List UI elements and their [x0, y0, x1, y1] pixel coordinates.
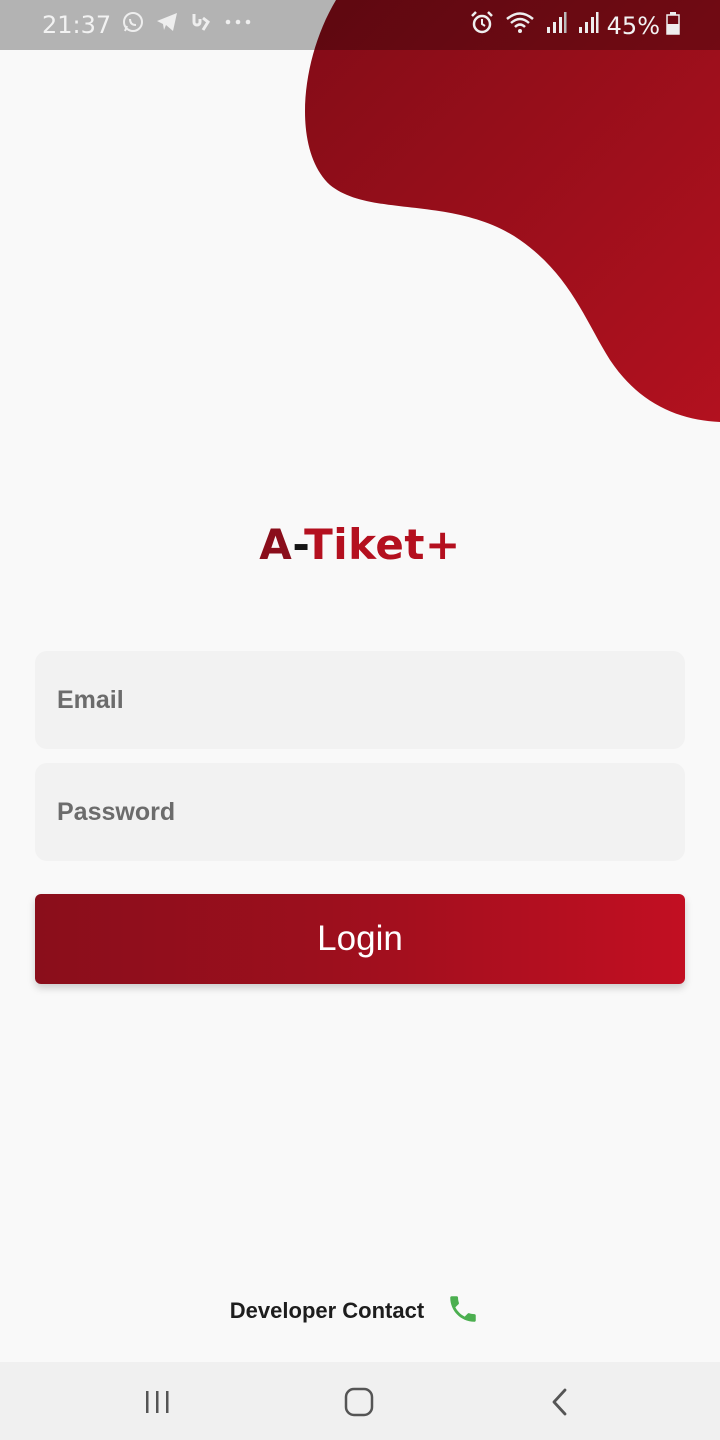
password-field-container	[35, 763, 685, 861]
signal-icon	[545, 11, 567, 40]
battery-icon	[666, 11, 680, 40]
navigation-bar	[0, 1362, 720, 1440]
status-time: 21:37	[42, 10, 112, 39]
decorative-blob	[305, 0, 720, 422]
alarm-icon	[469, 10, 495, 41]
phone-icon[interactable]	[446, 1292, 480, 1331]
back-icon[interactable]	[540, 1382, 580, 1422]
home-icon[interactable]	[339, 1382, 379, 1422]
signal-icon	[577, 11, 599, 40]
login-button[interactable]: Login	[35, 894, 685, 984]
telegram-icon	[155, 10, 179, 39]
recents-icon[interactable]	[138, 1382, 178, 1422]
wifi-icon	[505, 10, 535, 41]
logo-part-a: A	[259, 520, 293, 569]
developer-contact[interactable]: Developer Contact	[0, 1294, 720, 1328]
status-bar: 21:37 45%	[0, 0, 720, 50]
battery-level: 45%	[606, 11, 660, 40]
logo-part-rest: Tiket+	[304, 520, 461, 569]
whatsapp-icon	[121, 10, 145, 39]
email-input[interactable]	[35, 651, 685, 749]
more-icon	[223, 10, 253, 39]
app-icon	[189, 10, 213, 39]
app-logo: A-Tiket+	[0, 520, 720, 569]
password-input[interactable]	[35, 763, 685, 861]
email-field-container	[35, 651, 685, 749]
developer-contact-label: Developer Contact	[229, 1298, 425, 1323]
logo-dash: -	[292, 520, 305, 569]
